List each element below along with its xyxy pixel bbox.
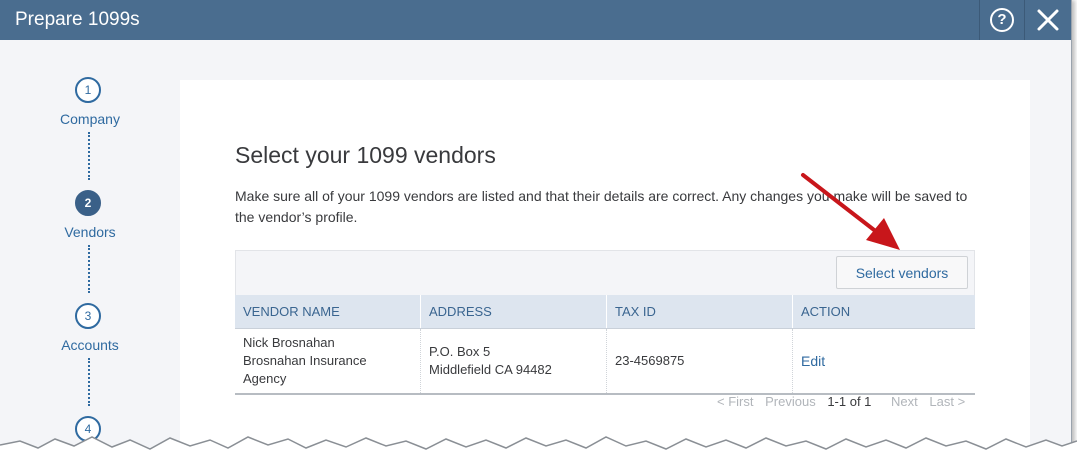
table-row: Nick Brosnahan Brosnahan Insurance Agenc… xyxy=(235,328,975,395)
pagination-previous[interactable]: Previous xyxy=(765,394,816,409)
page-heading: Select your 1099 vendors xyxy=(235,142,496,168)
pagination-last[interactable]: Last > xyxy=(929,394,965,409)
page-description: Make sure all of your 1099 vendors are l… xyxy=(235,188,968,225)
step-4-circle[interactable]: 4 xyxy=(75,416,101,442)
column-header-address[interactable]: ADDRESS xyxy=(420,295,607,329)
step-1-label[interactable]: Company xyxy=(30,111,150,127)
pagination-first[interactable]: < First xyxy=(717,394,753,409)
vendor-name: Nick Brosnahan xyxy=(243,335,335,350)
vendor-name-cell: Nick Brosnahan Brosnahan Insurance Agenc… xyxy=(235,328,421,395)
dialog-title: Prepare 1099s xyxy=(15,9,140,30)
help-circle-icon[interactable]: ? xyxy=(979,0,1024,40)
column-header-vendor-name[interactable]: VENDOR NAME xyxy=(235,295,421,329)
step-3-label[interactable]: Accounts xyxy=(30,337,150,353)
column-header-action: ACTION xyxy=(792,295,975,329)
vendors-table: VENDOR NAME ADDRESS TAX ID ACTION Nick B… xyxy=(235,295,975,395)
pagination-range: 1-1 of 1 xyxy=(827,394,872,409)
step-3-circle[interactable]: 3 xyxy=(75,303,101,329)
column-header-tax-id[interactable]: TAX ID xyxy=(606,295,793,329)
address-line-1: P.O. Box 5 xyxy=(429,344,491,359)
prepare-1099s-dialog: Prepare 1099s ? 1 Company 2 Vendors 3 Ac… xyxy=(0,0,1072,466)
step-1-circle[interactable]: 1 xyxy=(75,77,101,103)
close-icon[interactable] xyxy=(1024,0,1071,40)
address-cell: P.O. Box 5 Middlefield CA 94482 xyxy=(420,328,607,395)
step-2-label[interactable]: Vendors xyxy=(30,224,150,240)
pagination: < First Previous 1-1 of 1 Next Last > xyxy=(717,394,973,409)
title-bar: Prepare 1099s ? xyxy=(0,0,1071,40)
step-2-circle[interactable]: 2 xyxy=(75,190,101,216)
step-connector xyxy=(88,358,90,406)
vendor-company: Brosnahan Insurance Agency xyxy=(243,353,367,386)
step-connector xyxy=(88,245,90,293)
main-panel: Select your 1099 vendors Make sure all o… xyxy=(180,80,1030,466)
pagination-next[interactable]: Next xyxy=(891,394,918,409)
action-cell: Edit xyxy=(792,328,975,395)
tax-id-cell: 23-4569875 xyxy=(606,328,793,395)
address-line-2: Middlefield CA 94482 xyxy=(429,362,552,377)
table-toolbar: Select vendors xyxy=(235,250,975,296)
select-vendors-button[interactable]: Select vendors xyxy=(836,256,968,289)
edit-link[interactable]: Edit xyxy=(801,353,825,369)
progress-stepper: 1 Company 2 Vendors 3 Accounts 4 xyxy=(30,74,150,466)
step-connector xyxy=(88,132,90,180)
table-header-row: VENDOR NAME ADDRESS TAX ID ACTION xyxy=(235,295,975,329)
